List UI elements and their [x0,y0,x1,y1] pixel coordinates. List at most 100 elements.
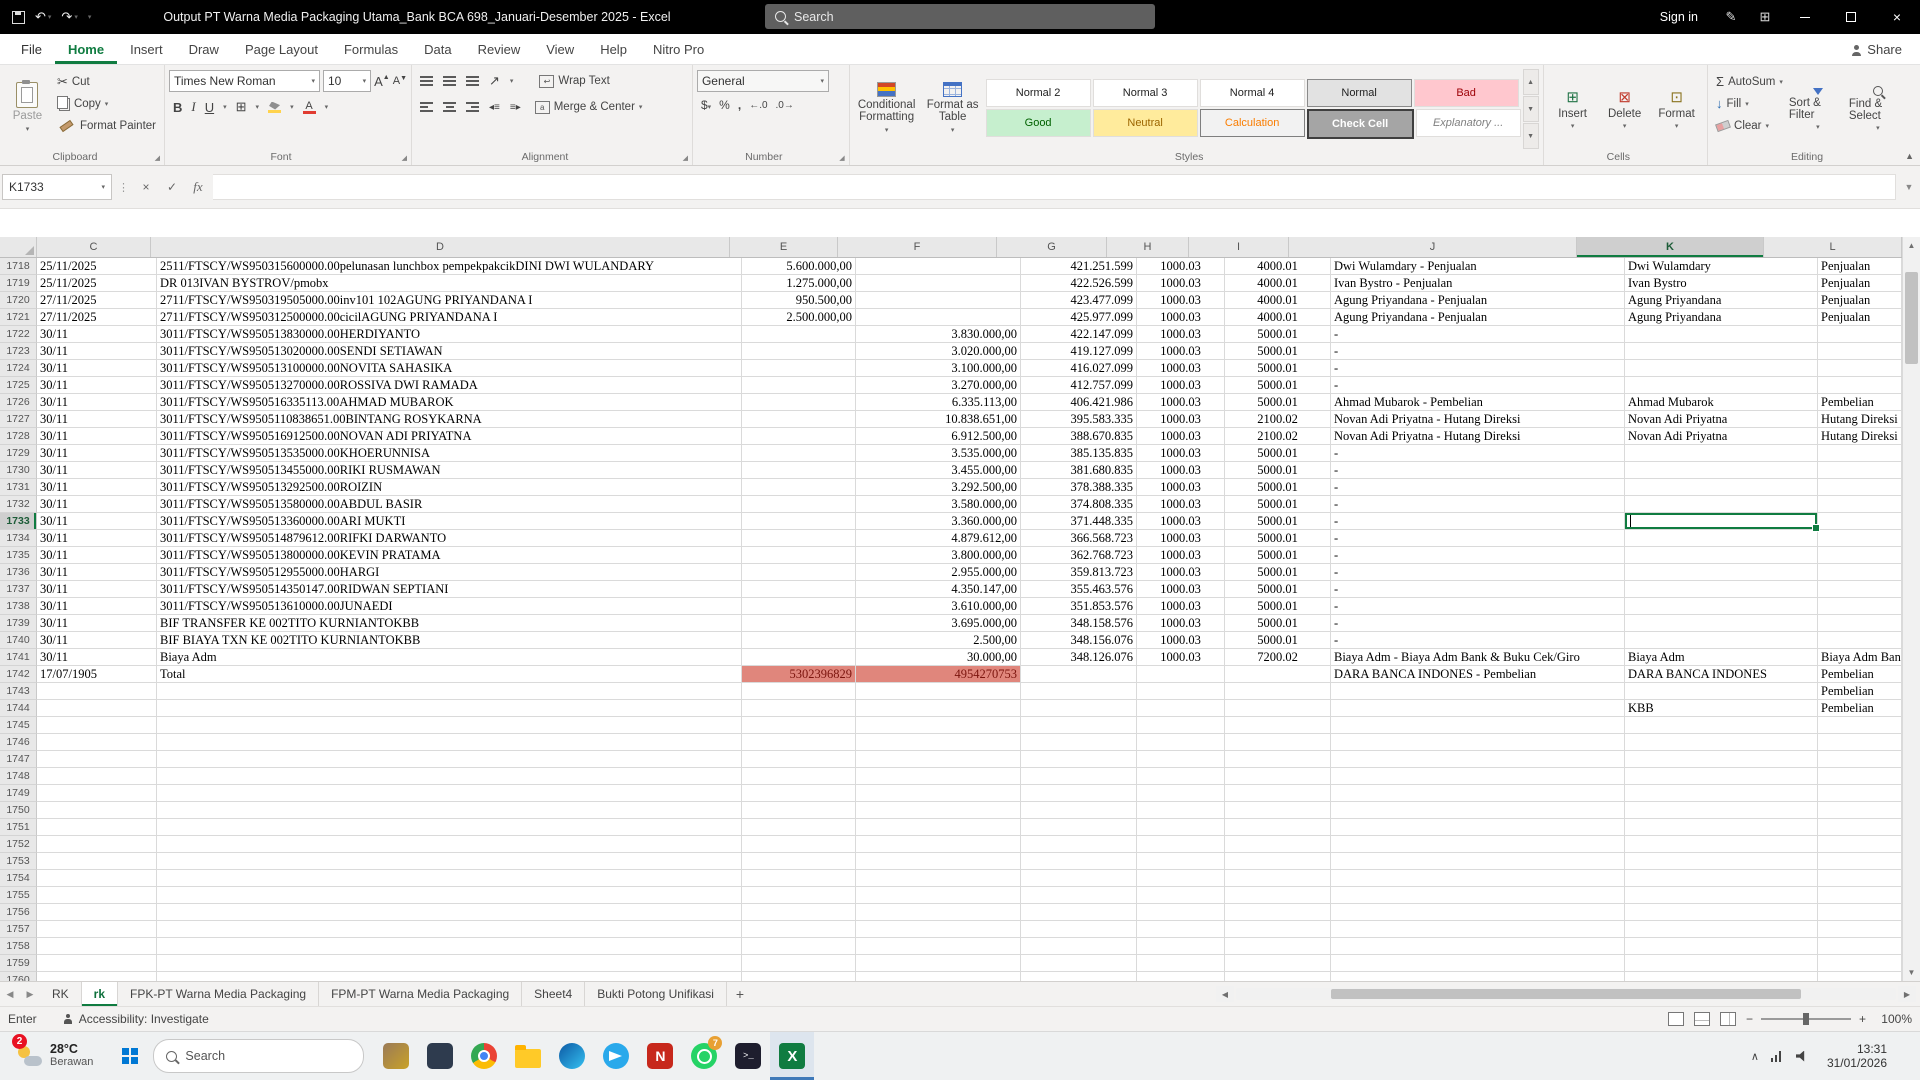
cell-I1737[interactable]: 5000.01 [1225,581,1331,598]
cell-E1728[interactable] [742,428,856,445]
cell-E1760[interactable] [742,972,856,981]
cell-K1722[interactable] [1625,326,1818,343]
scroll-down-arrow[interactable]: ▼ [1903,964,1920,981]
row-header-1739[interactable]: 1739 [0,615,37,632]
cell-H1755[interactable] [1137,887,1225,904]
cell-G1731[interactable]: 378.388.335 [1021,479,1137,496]
cell-I1720[interactable]: 4000.01 [1225,292,1331,309]
cell-D1753[interactable] [157,853,742,870]
cell-F1728[interactable]: 6.912.500,00 [856,428,1021,445]
cell-J1718[interactable]: Dwi Wulamdary - Penjualan [1331,258,1625,275]
column-header-C[interactable]: C [37,237,151,257]
cell-I1723[interactable]: 5000.01 [1225,343,1331,360]
cell-D1757[interactable] [157,921,742,938]
row-header-1743[interactable]: 1743 [0,683,37,700]
cell-I1721[interactable]: 4000.01 [1225,309,1331,326]
cell-D1722[interactable]: 3011/FTSCY/WS950513830000.00HERDIYANTO [157,326,742,343]
insert-function-button[interactable]: fx [187,175,209,199]
cell-G1727[interactable]: 395.583.335 [1021,411,1137,428]
cell-G1728[interactable]: 388.670.835 [1021,428,1137,445]
cell-L1721[interactable]: Penjualan [1818,309,1902,326]
cell-G1720[interactable]: 423.477.099 [1021,292,1137,309]
cell-C1743[interactable] [37,683,157,700]
ribbon-display-options-icon[interactable]: ⊞ [1748,9,1782,25]
cell-K1752[interactable] [1625,836,1818,853]
cell-J1753[interactable] [1331,853,1625,870]
copy-button[interactable]: Copy▾ [53,93,160,114]
cell-K1754[interactable] [1625,870,1818,887]
tab-help[interactable]: Help [587,34,640,64]
cell-L1741[interactable]: Biaya Adm Bank & Buku Cek/Giro [1818,649,1902,666]
cell-E1747[interactable] [742,751,856,768]
cell-E1757[interactable] [742,921,856,938]
cell-G1719[interactable]: 422.526.599 [1021,275,1137,292]
formula-input[interactable] [213,174,1896,200]
cell-H1719[interactable]: 1000.03 [1137,275,1225,292]
increase-decimal-button[interactable]: ←.0 [749,100,767,111]
cell-E1744[interactable] [742,700,856,717]
cell-C1753[interactable] [37,853,157,870]
cell-F1733[interactable]: 3.360.000,00 [856,513,1021,530]
percent-style-button[interactable]: % [719,98,730,112]
cell-H1740[interactable]: 1000.03 [1137,632,1225,649]
row-header-1741[interactable]: 1741 [0,649,37,666]
cell-L1730[interactable] [1818,462,1902,479]
page-break-view-button[interactable] [1720,1012,1736,1026]
vertical-scroll-thumb[interactable] [1905,272,1918,364]
cell-K1731[interactable] [1625,479,1818,496]
row-header-1720[interactable]: 1720 [0,292,37,309]
format-cells-button[interactable]: ⊡Format▾ [1652,69,1702,149]
cell-I1743[interactable] [1225,683,1331,700]
accounting-format-button[interactable]: $▾ [701,98,711,112]
row-header-1736[interactable]: 1736 [0,564,37,581]
style-chip-bad[interactable]: Bad [1414,79,1519,107]
cell-H1749[interactable] [1137,785,1225,802]
cell-E1758[interactable] [742,938,856,955]
cell-K1755[interactable] [1625,887,1818,904]
cell-H1730[interactable]: 1000.03 [1137,462,1225,479]
cell-C1760[interactable] [37,972,157,981]
cell-C1727[interactable]: 30/11 [37,411,157,428]
cell-G1740[interactable]: 348.156.076 [1021,632,1137,649]
cell-K1747[interactable] [1625,751,1818,768]
row-header-1724[interactable]: 1724 [0,360,37,377]
name-box[interactable]: K1733▾ [2,174,112,200]
cell-E1721[interactable]: 2.500.000,00 [742,309,856,326]
cell-E1759[interactable] [742,955,856,972]
cell-C1739[interactable]: 30/11 [37,615,157,632]
sheet-tab-rk[interactable]: rk [82,982,118,1006]
cell-I1746[interactable] [1225,734,1331,751]
cut-button[interactable]: ✂Cut [53,71,160,92]
cell-K1721[interactable]: Agung Priyandana [1625,309,1818,326]
cell-J1754[interactable] [1331,870,1625,887]
cell-K1734[interactable] [1625,530,1818,547]
cell-H1729[interactable]: 1000.03 [1137,445,1225,462]
cell-H1737[interactable]: 1000.03 [1137,581,1225,598]
cell-F1747[interactable] [856,751,1021,768]
cell-E1718[interactable]: 5.600.000,00 [742,258,856,275]
cell-K1760[interactable] [1625,972,1818,981]
cell-L1738[interactable] [1818,598,1902,615]
edge-taskbar-button[interactable] [550,1032,594,1080]
cell-H1760[interactable] [1137,972,1225,981]
cell-I1726[interactable]: 5000.01 [1225,394,1331,411]
cell-D1740[interactable]: BIF BIAYA TXN KE 002TITO KURNIANTOKBB [157,632,742,649]
cell-J1720[interactable]: Agung Priyandana - Penjualan [1331,292,1625,309]
zoom-slider-thumb[interactable] [1803,1013,1809,1025]
cell-E1735[interactable] [742,547,856,564]
cell-E1737[interactable] [742,581,856,598]
cell-C1748[interactable] [37,768,157,785]
row-header-1747[interactable]: 1747 [0,751,37,768]
cell-C1725[interactable]: 30/11 [37,377,157,394]
cell-H1744[interactable] [1137,700,1225,717]
cell-G1736[interactable]: 359.813.723 [1021,564,1137,581]
cell-K1730[interactable] [1625,462,1818,479]
cell-C1732[interactable]: 30/11 [37,496,157,513]
cell-D1747[interactable] [157,751,742,768]
cell-L1723[interactable] [1818,343,1902,360]
cell-D1742[interactable]: Total [157,666,742,683]
cell-D1727[interactable]: 3011/FTSCY/WS9505110838651.00BINTANG ROS… [157,411,742,428]
cell-C1723[interactable]: 30/11 [37,343,157,360]
cell-C1744[interactable] [37,700,157,717]
sheet-tab-bukti-potong-unifikasi[interactable]: Bukti Potong Unifikasi [585,982,727,1006]
